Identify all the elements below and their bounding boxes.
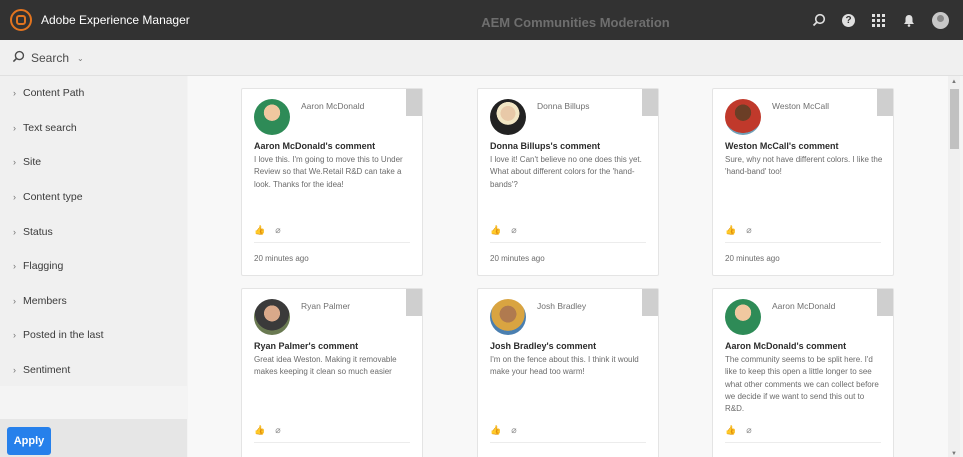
avatar — [254, 99, 290, 135]
chevron-right-icon: › — [13, 157, 16, 168]
facet-text-search[interactable]: › Text search — [0, 111, 187, 146]
divider — [725, 442, 881, 443]
thumbs-up-icon[interactable]: 👍 — [725, 425, 736, 436]
card-author: Josh Bradley — [537, 301, 587, 311]
card-timestamp: 20 minutes ago — [725, 254, 780, 263]
avatar — [725, 99, 761, 135]
comment-card[interactable]: Aaron McDonald Aaron McDonald's comment … — [241, 88, 423, 276]
card-title[interactable]: Ryan Palmer's comment — [254, 341, 358, 351]
card-author: Weston McCall — [772, 101, 829, 111]
scrollbar-thumb[interactable] — [950, 89, 959, 149]
search-icon — [12, 50, 25, 66]
card-title[interactable]: Donna Billups's comment — [490, 141, 600, 151]
facet-content-type[interactable]: › Content type — [0, 180, 187, 215]
attachment-icon[interactable]: ⌀ — [275, 225, 280, 236]
moderation-card-grid: Aaron McDonald Aaron McDonald's comment … — [188, 76, 948, 457]
card-text: The community seems to be split here. I'… — [725, 355, 879, 414]
card-text: Great idea Weston. Making it removable m… — [254, 355, 397, 377]
card-author: Aaron McDonald — [772, 301, 836, 311]
attachment-icon[interactable]: ⌀ — [511, 225, 516, 236]
sub-header: Search ⌄ — [0, 40, 963, 76]
aem-logo-icon[interactable] — [10, 9, 32, 31]
card-timestamp: 20 minutes ago — [490, 254, 545, 263]
card-author: Ryan Palmer — [301, 301, 351, 311]
card-timestamp: 20 minutes ago — [254, 254, 309, 263]
divider — [490, 442, 646, 443]
facet-sentiment[interactable]: › Sentiment — [0, 353, 187, 388]
facet-label: Status — [23, 225, 53, 238]
attachment-icon[interactable]: ⌀ — [275, 425, 280, 436]
comment-card[interactable]: Ryan Palmer Ryan Palmer's comment Great … — [241, 288, 423, 457]
facet-label: Text search — [23, 121, 77, 134]
scroll-down-arrow-icon[interactable]: ▼ — [951, 451, 957, 457]
thumbs-up-icon[interactable]: 👍 — [490, 425, 501, 436]
card-select-flag[interactable] — [642, 289, 658, 316]
divider — [254, 242, 410, 243]
attachment-icon[interactable]: ⌀ — [746, 225, 751, 236]
chevron-right-icon: › — [13, 88, 16, 99]
apply-button[interactable]: Apply — [7, 427, 51, 455]
thumbs-up-icon[interactable]: 👍 — [725, 225, 736, 236]
divider — [490, 242, 646, 243]
card-text: I love this. I'm going to move this to U… — [254, 155, 403, 189]
facet-content-path[interactable]: › Content Path — [0, 76, 187, 111]
chevron-right-icon: › — [13, 192, 16, 203]
facet-label: Posted in the last — [23, 329, 104, 342]
avatar — [490, 299, 526, 335]
card-select-flag[interactable] — [406, 289, 422, 316]
chevron-right-icon: › — [13, 122, 16, 133]
card-author: Aaron McDonald — [301, 101, 365, 111]
facet-label: Content Path — [23, 87, 85, 100]
app-title[interactable]: Adobe Experience Manager — [41, 13, 190, 27]
card-select-flag[interactable] — [642, 89, 658, 116]
vertical-scrollbar[interactable]: ▲ ▼ — [948, 76, 960, 457]
chevron-right-icon: › — [13, 365, 16, 376]
card-text: I'm on the fence about this. I think it … — [490, 355, 639, 377]
card-title[interactable]: Josh Bradley's comment — [490, 341, 596, 351]
facet-label: Flagging — [23, 260, 64, 273]
avatar — [254, 299, 290, 335]
divider — [725, 242, 881, 243]
facet-label: Sentiment — [23, 364, 71, 377]
card-title[interactable]: Aaron McDonald's comment — [725, 341, 846, 351]
divider — [254, 442, 410, 443]
comment-card[interactable]: Josh Bradley Josh Bradley's comment I'm … — [477, 288, 659, 457]
card-select-flag[interactable] — [877, 89, 893, 116]
comment-card[interactable]: Donna Billups Donna Billups's comment I … — [477, 88, 659, 276]
avatar — [725, 299, 761, 335]
chevron-right-icon: › — [13, 226, 16, 237]
filter-sidebar: › Content Path › Text search › Site › Conten… — [0, 76, 187, 386]
card-select-flag[interactable] — [877, 289, 893, 316]
chevron-right-icon: › — [13, 295, 16, 306]
comment-card[interactable]: Aaron McDonald Aaron McDonald's comment … — [712, 288, 894, 457]
facet-label: Members — [23, 294, 67, 307]
search-label: Search — [31, 51, 70, 65]
thumbs-up-icon[interactable]: 👍 — [254, 225, 265, 236]
facet-posted-in-the-last[interactable]: › Posted in the last — [0, 318, 187, 353]
facet-label: Content type — [23, 191, 83, 204]
attachment-icon[interactable]: ⌀ — [746, 425, 751, 436]
attachment-icon[interactable]: ⌀ — [511, 425, 516, 436]
facet-site[interactable]: › Site — [0, 145, 187, 180]
chevron-right-icon: › — [13, 330, 16, 341]
facet-members[interactable]: › Members — [0, 284, 187, 319]
card-select-flag[interactable] — [406, 89, 422, 116]
facet-status[interactable]: › Status — [0, 214, 187, 249]
chevron-right-icon: › — [13, 261, 16, 272]
avatar — [490, 99, 526, 135]
scroll-up-arrow-icon[interactable]: ▲ — [951, 79, 957, 85]
card-text: I love it! Can't believe no one does thi… — [490, 155, 642, 189]
facet-flagging[interactable]: › Flagging — [0, 249, 187, 284]
card-title[interactable]: Aaron McDonald's comment — [254, 141, 375, 151]
comment-card[interactable]: Weston McCall Weston McCall's comment Su… — [712, 88, 894, 276]
search-toggle[interactable]: Search ⌄ — [12, 40, 84, 76]
card-title[interactable]: Weston McCall's comment — [725, 141, 839, 151]
thumbs-up-icon[interactable]: 👍 — [490, 225, 501, 236]
chevron-down-icon: ⌄ — [77, 53, 84, 63]
card-author: Donna Billups — [537, 101, 590, 111]
page-title: AEM Communities Moderation — [481, 14, 670, 30]
facet-label: Site — [23, 156, 42, 169]
thumbs-up-icon[interactable]: 👍 — [254, 425, 265, 436]
card-text: Sure, why not have different colors. I l… — [725, 155, 883, 177]
